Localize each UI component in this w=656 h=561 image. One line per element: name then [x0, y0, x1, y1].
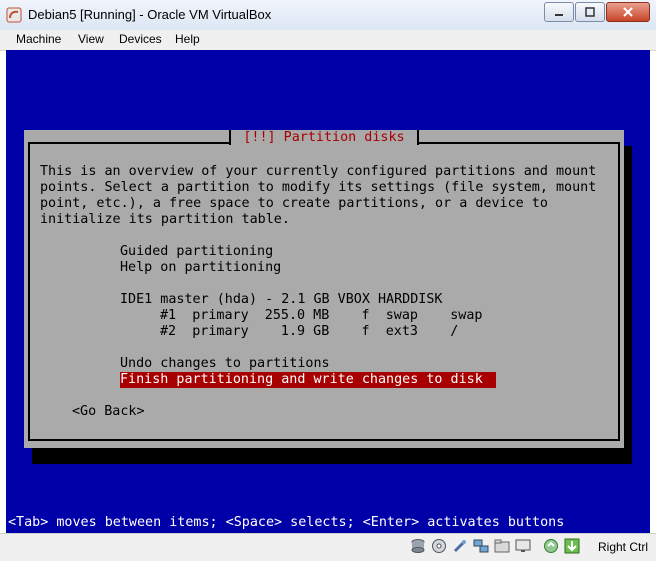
- option-guided-partitioning[interactable]: Guided partitioning: [120, 244, 273, 260]
- menu-bar: Machine View Devices Help: [0, 30, 656, 51]
- window-title: Debian5 [Running] - Oracle VM VirtualBox: [28, 7, 272, 22]
- title-bar: Debian5 [Running] - Oracle VM VirtualBox: [0, 0, 656, 31]
- menu-view[interactable]: View: [78, 32, 104, 46]
- shared-folders-icon[interactable]: [494, 538, 510, 554]
- option-undo-changes[interactable]: Undo changes to partitions: [120, 356, 330, 372]
- option-finish-partitioning[interactable]: Finish partitioning and write changes to…: [120, 372, 496, 388]
- minimize-icon: [555, 14, 563, 16]
- virtualbox-icon: [6, 7, 22, 23]
- intro-line-3: point, etc.), a free space to create par…: [40, 196, 548, 211]
- menu-devices[interactable]: Devices: [119, 32, 162, 46]
- minimize-button[interactable]: [544, 2, 574, 22]
- status-bar: Right Ctrl: [0, 533, 656, 561]
- intro-line-1: This is an overview of your currently co…: [40, 164, 597, 179]
- menu-machine[interactable]: Machine: [16, 32, 61, 46]
- close-icon: [623, 7, 633, 17]
- mouse-integration-icon[interactable]: [543, 538, 559, 554]
- host-key-label: Right Ctrl: [597, 540, 648, 554]
- usb-icon[interactable]: [452, 538, 468, 554]
- host-key-arrow-icon: [564, 538, 580, 554]
- dialog-title: [!!] Partition disks: [229, 130, 419, 145]
- optical-drive-icon[interactable]: [431, 538, 447, 554]
- option-help-partitioning[interactable]: Help on partitioning: [120, 260, 281, 276]
- option-disk-hda[interactable]: IDE1 master (hda) - 2.1 GB VBOX HARDDISK: [120, 292, 442, 308]
- option-partition-2[interactable]: #2 primary 1.9 GB f ext3 /: [160, 324, 458, 340]
- maximize-button[interactable]: [575, 2, 605, 22]
- network-icon[interactable]: [473, 538, 489, 554]
- display-icon[interactable]: [515, 538, 531, 554]
- hard-disk-icon[interactable]: [410, 538, 426, 554]
- partition-dialog: [!!] Partition disks This is an overview…: [24, 130, 624, 448]
- guest-screen[interactable]: [!!] Partition disks This is an overview…: [6, 50, 650, 533]
- intro-line-2: points. Select a partition to modify its…: [40, 180, 597, 195]
- intro-line-4: initialize its partition table.: [40, 212, 290, 227]
- keyboard-help-footer: <Tab> moves between items; <Space> selec…: [8, 515, 565, 530]
- maximize-icon: [585, 7, 595, 17]
- go-back-button[interactable]: <Go Back>: [72, 404, 145, 420]
- close-button[interactable]: [606, 2, 650, 22]
- option-partition-1[interactable]: #1 primary 255.0 MB f swap swap: [160, 308, 482, 324]
- menu-help[interactable]: Help: [175, 32, 200, 46]
